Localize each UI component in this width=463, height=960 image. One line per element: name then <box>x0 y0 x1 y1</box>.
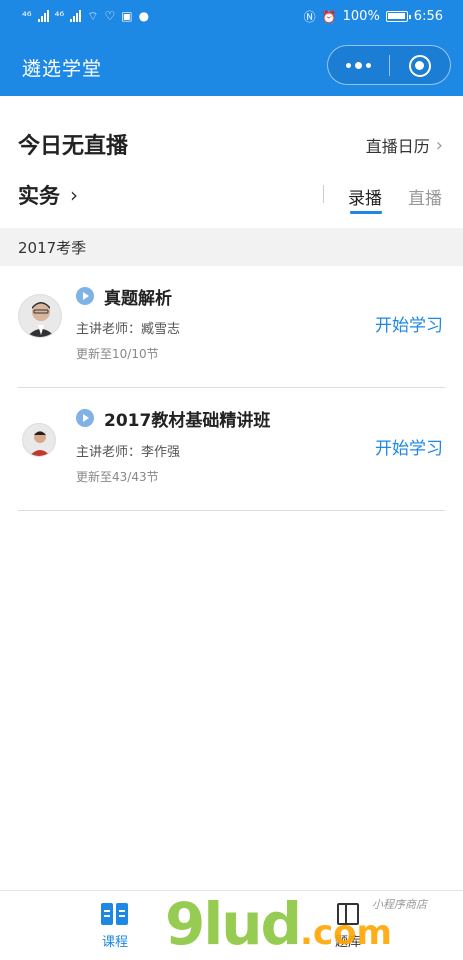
season-header: 2017考季 <box>0 228 463 266</box>
live-status: 今日无直播 <box>18 134 129 159</box>
teacher-avatar <box>22 423 56 457</box>
clock: 6:56 <box>413 9 443 24</box>
tabbar-label: 课程 <box>101 935 128 950</box>
course-title: 真题解析 <box>104 289 172 309</box>
chevron-right-icon: › <box>70 183 78 207</box>
course-progress: 更新至10/10节 <box>76 347 159 361</box>
watermark-caption: 小程序商店 <box>372 898 427 911</box>
watermark-logo: 9lud.com <box>165 890 392 958</box>
signal-icon-2 <box>70 10 82 22</box>
live-calendar-label: 直播日历 <box>365 137 430 156</box>
book-icon <box>101 903 129 925</box>
nfc-icon: Ⓝ <box>303 9 316 24</box>
start-learning-button[interactable]: 开始学习 <box>375 311 443 336</box>
tabbar-item-courses[interactable]: 课程 <box>85 903 145 950</box>
start-learning-button[interactable]: 开始学习 <box>375 434 443 459</box>
battery-percent: 100% <box>342 9 380 24</box>
wifi-icon: ⌔ <box>87 9 99 23</box>
navigation-bar: 遴选学堂 <box>0 34 463 96</box>
course-teacher: 主讲老师：李作强 <box>76 445 181 460</box>
app-icon: ▣ <box>121 9 133 23</box>
course-item[interactable]: 2017教材基础精讲班 主讲老师：李作强 更新至43/43节 开始学习 <box>0 389 463 511</box>
capsule-divider <box>389 55 390 76</box>
play-icon <box>76 409 94 427</box>
watermark-main: 9lud <box>165 890 302 958</box>
watermark-domain: .com <box>300 913 392 953</box>
active-tab-indicator <box>350 211 382 214</box>
sim1-label: ⁴⁶ <box>22 9 32 23</box>
course-title: 2017教材基础精讲班 <box>104 411 271 431</box>
tab-recorded[interactable]: 录播 <box>348 184 382 209</box>
more-icon[interactable] <box>346 58 374 72</box>
sim2-label: ⁴⁶ <box>54 9 65 23</box>
status-left: ⁴⁶ ⁴⁶ ⌔ ♡ ▣ ● <box>22 9 149 23</box>
chevron-right-icon: › <box>435 134 443 156</box>
subject-name: 实务 <box>18 184 60 208</box>
live-calendar-link[interactable]: 直播日历 › <box>366 133 443 157</box>
teacher-avatar <box>18 294 62 338</box>
divider <box>18 510 445 511</box>
divider <box>18 387 445 388</box>
alarm-icon: ⏰ <box>321 9 337 24</box>
signal-icon <box>37 10 49 22</box>
status-right: Ⓝ ⏰ 100% 6:56 <box>304 9 443 24</box>
miniprogram-capsule <box>327 45 451 85</box>
close-target-icon[interactable] <box>409 55 431 77</box>
tab-divider <box>323 185 324 203</box>
tab-live[interactable]: 直播 <box>408 184 442 209</box>
status-bar: ⁴⁶ ⁴⁶ ⌔ ♡ ▣ ● Ⓝ ⏰ 100% 6:56 <box>0 0 463 34</box>
page-title: 遴选学堂 <box>22 58 103 80</box>
battery-icon <box>385 11 411 22</box>
course-progress: 更新至43/43节 <box>76 470 159 484</box>
course-teacher: 主讲老师：臧雪志 <box>76 322 181 337</box>
heart-icon: ♡ <box>104 9 116 23</box>
subject-selector[interactable]: 实务 › <box>18 180 78 210</box>
course-item[interactable]: 真题解析 主讲老师：臧雪志 更新至10/10节 开始学习 <box>0 266 463 388</box>
message-icon: ● <box>138 9 150 23</box>
play-icon <box>76 287 94 305</box>
